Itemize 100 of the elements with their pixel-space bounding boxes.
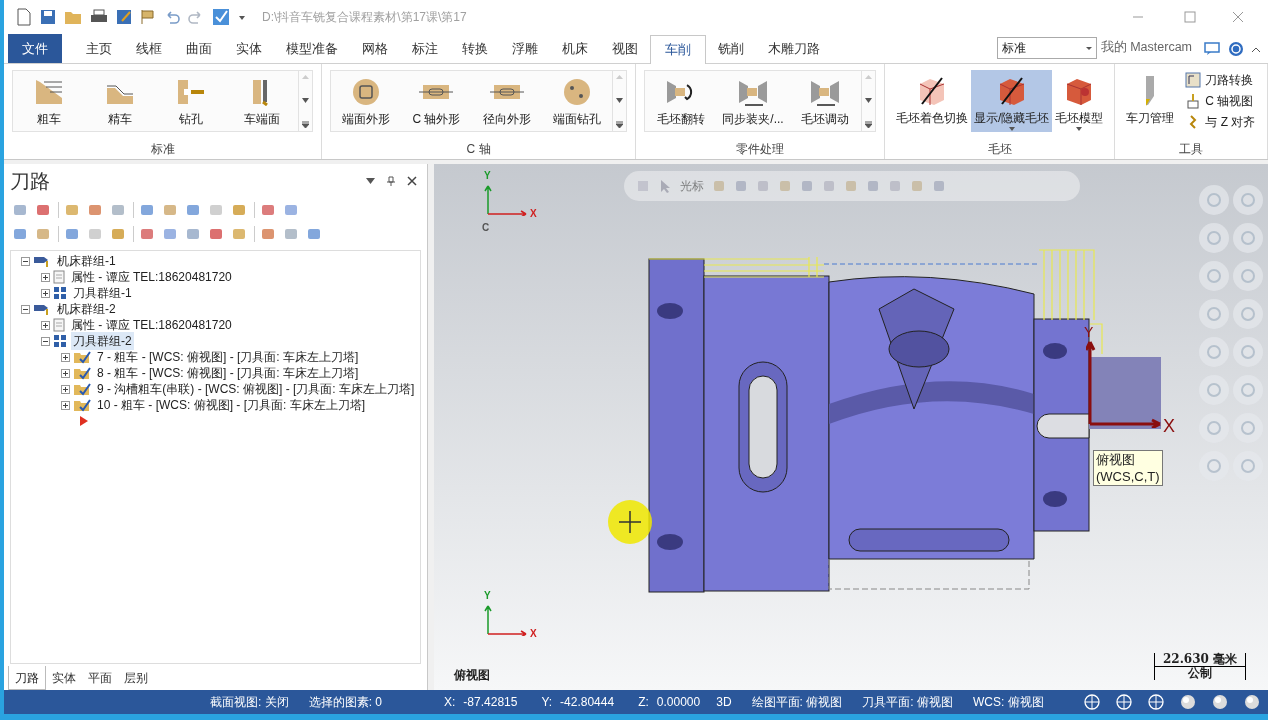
ribbon-button[interactable]: 同步装夹/... <box>717 71 789 131</box>
ribbon-button[interactable]: 端面外形 <box>331 71 402 131</box>
panel-tab[interactable]: 刀路 <box>8 666 46 690</box>
ribbon-button[interactable]: 粗车 <box>13 71 85 131</box>
collapse-icon[interactable] <box>21 304 30 314</box>
panel-tab[interactable]: 层别 <box>118 666 154 690</box>
tree-item[interactable]: 属性 - 谭应 TEL:18620481720 <box>69 316 234 334</box>
view-control-icon[interactable] <box>1198 336 1230 368</box>
ribbon-tab[interactable]: 浮雕 <box>500 34 550 63</box>
view-control-icon[interactable] <box>1232 412 1264 444</box>
sphere-icon[interactable] <box>1244 694 1260 710</box>
panel-tab[interactable]: 平面 <box>82 666 118 690</box>
ribbon-button[interactable]: 毛坯调动 <box>789 71 861 131</box>
pin-icon[interactable] <box>387 176 395 186</box>
new-file-icon[interactable] <box>16 7 32 26</box>
ribbon-button[interactable]: 车刀管理 <box>1123 70 1178 132</box>
ribbon-tab[interactable]: 车削 <box>650 35 706 64</box>
print-icon[interactable] <box>90 8 108 25</box>
tree-item[interactable]: 刀具群组-2 <box>71 332 134 350</box>
tree-item[interactable]: 7 - 粗车 - [WCS: 俯视图] - [刀具面: 车床左上刀塔] <box>95 348 361 366</box>
tree-item[interactable]: 机床群组-1 <box>55 252 118 270</box>
ribbon-tab[interactable]: 线框 <box>124 34 174 63</box>
cursor-icon[interactable] <box>658 179 672 193</box>
view-control-icon[interactable] <box>1198 412 1230 444</box>
ribbon-tab[interactable]: 网格 <box>350 34 400 63</box>
scroll-up-icon[interactable] <box>302 74 310 79</box>
insert-arrow-icon[interactable] <box>79 416 89 426</box>
help-icon[interactable] <box>1228 41 1244 57</box>
ribbon-button[interactable]: 毛坯翻转 <box>645 71 717 131</box>
globe-icon[interactable] <box>1148 694 1164 710</box>
ribbon-tab[interactable]: 主页 <box>74 34 124 63</box>
ribbon-button[interactable]: 钻孔 <box>155 71 227 131</box>
ribbon-small-button[interactable]: C 轴视图 <box>1181 91 1260 111</box>
ribbon-button[interactable]: 径向外形 <box>471 71 542 131</box>
view-control-icon[interactable] <box>1232 298 1264 330</box>
ribbon-tab[interactable]: 曲面 <box>174 34 224 63</box>
expand-gallery-icon[interactable] <box>616 121 624 128</box>
tree-item[interactable]: 9 - 沟槽粗车(串联) - [WCS: 俯视图] - [刀具面: 车床左上刀塔] <box>95 380 417 398</box>
view-control-icon[interactable] <box>1232 184 1264 216</box>
view-control-icon[interactable] <box>1198 184 1230 216</box>
collapse-icon[interactable] <box>41 336 50 346</box>
view-control-icon[interactable] <box>1198 222 1230 254</box>
close-icon[interactable] <box>407 176 417 186</box>
view-control-icon[interactable] <box>1198 374 1230 406</box>
tree-item[interactable]: 10 - 粗车 - [WCS: 俯视图] - [刀具面: 车床左上刀塔] <box>95 396 367 414</box>
ribbon-button[interactable]: 显示/隐藏毛坯 <box>971 70 1053 132</box>
scroll-down-icon[interactable] <box>865 97 872 103</box>
ribbon-tab[interactable]: 转换 <box>450 34 500 63</box>
expand-icon[interactable] <box>41 288 50 298</box>
flag-icon[interactable] <box>140 8 156 25</box>
ribbon-tab[interactable]: 木雕刀路 <box>756 34 832 63</box>
ribbon-tab[interactable]: 标注 <box>400 34 450 63</box>
ribbon-small-button[interactable]: 与 Z 对齐 <box>1181 111 1260 132</box>
tree-item[interactable]: 8 - 粗车 - [WCS: 俯视图] - [刀具面: 车床左上刀塔] <box>95 364 361 382</box>
view-control-icon[interactable] <box>1232 222 1264 254</box>
view-control-icon[interactable] <box>1232 336 1264 368</box>
ribbon-button[interactable]: C 轴外形 <box>401 71 472 131</box>
view-control-icon[interactable] <box>1232 260 1264 292</box>
view-control-icon[interactable] <box>1198 298 1230 330</box>
checkbox-icon[interactable] <box>212 7 230 26</box>
ribbon-tab[interactable]: 视图 <box>600 34 650 63</box>
expand-gallery-icon[interactable] <box>302 121 310 128</box>
globe-icon[interactable] <box>1116 694 1132 710</box>
expand-icon[interactable] <box>61 384 70 394</box>
scroll-down-icon[interactable] <box>616 97 624 103</box>
scroll-up-icon[interactable] <box>865 74 872 79</box>
maximize-icon[interactable] <box>1184 10 1196 23</box>
ribbon-small-button[interactable]: 刀路转换 <box>1181 70 1260 91</box>
file-menu-button[interactable]: 文件 <box>8 34 62 63</box>
ribbon-tab[interactable]: 铣削 <box>706 34 756 63</box>
collapse-icon[interactable] <box>21 256 30 266</box>
ribbon-button[interactable]: 毛坯模型 <box>1052 70 1107 132</box>
save-icon[interactable] <box>40 8 56 25</box>
view-control-icon[interactable] <box>1198 260 1230 292</box>
ribbon-button[interactable]: 毛坯着色切换 <box>893 70 971 132</box>
tree-item[interactable]: 刀具群组-1 <box>71 284 134 302</box>
panel-tab[interactable]: 实体 <box>46 666 82 690</box>
scroll-up-icon[interactable] <box>616 74 624 79</box>
ribbon-button[interactable]: 端面钻孔 <box>542 71 613 131</box>
save-as-icon[interactable] <box>116 8 132 25</box>
tree-item[interactable]: 属性 - 谭应 TEL:18620481720 <box>69 268 234 286</box>
feedback-icon[interactable] <box>1204 42 1220 56</box>
expand-icon[interactable] <box>41 272 50 282</box>
expand-icon[interactable] <box>61 400 70 410</box>
expand-icon[interactable] <box>61 368 70 378</box>
tree-item[interactable]: 机床群组-2 <box>55 300 118 318</box>
undo-icon[interactable] <box>164 8 180 25</box>
ribbon-button[interactable]: 精车 <box>84 71 156 131</box>
globe-icon[interactable] <box>1084 694 1100 710</box>
redo-icon[interactable] <box>188 8 204 25</box>
ribbon-tab[interactable]: 机床 <box>550 34 600 63</box>
ribbon-tab[interactable]: 实体 <box>224 34 274 63</box>
expand-gallery-icon[interactable] <box>865 121 872 128</box>
ribbon-tab[interactable]: 模型准备 <box>274 34 350 63</box>
ribbon-button[interactable]: 车端面 <box>226 71 299 131</box>
dropdown-icon[interactable] <box>366 178 375 184</box>
expand-icon[interactable] <box>41 320 50 330</box>
scroll-down-icon[interactable] <box>302 97 310 103</box>
my-mastercam-link[interactable]: 我的 Mastercam <box>1100 38 1192 57</box>
style-dropdown[interactable]: 标准 <box>996 37 1097 59</box>
